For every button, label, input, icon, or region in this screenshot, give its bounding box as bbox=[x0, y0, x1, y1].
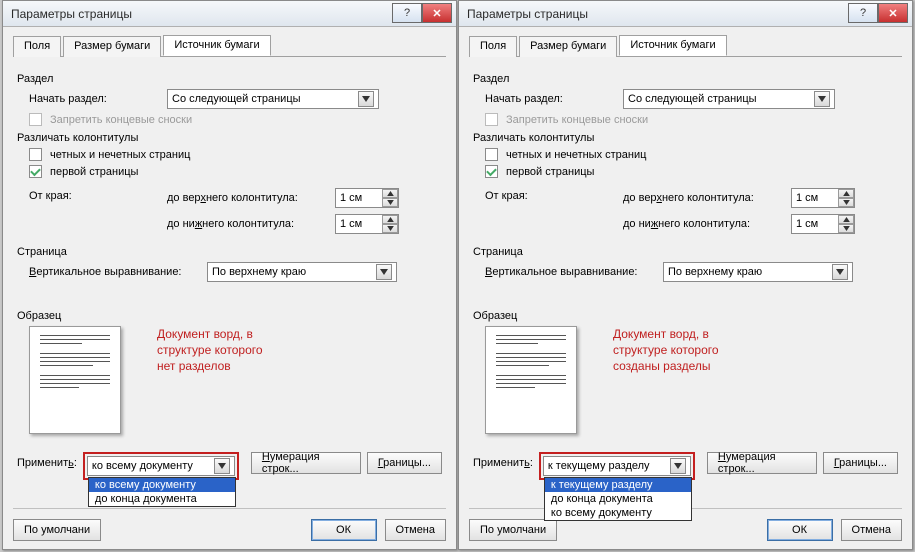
annotation-text: Документ ворд, в структуре которого созд… bbox=[601, 326, 719, 375]
apply-to-select[interactable]: ко всему документу ко всему документу до… bbox=[87, 456, 235, 476]
help-button[interactable]: ? bbox=[848, 3, 878, 23]
spin-up-icon[interactable] bbox=[838, 189, 854, 198]
apply-to-highlight: к текущему разделу к текущему разделу до… bbox=[539, 452, 695, 480]
ok-button[interactable]: ОК bbox=[767, 519, 833, 541]
apply-option[interactable]: до конца документа bbox=[89, 492, 235, 506]
ok-button[interactable]: ОК bbox=[311, 519, 377, 541]
spin-up-icon[interactable] bbox=[838, 215, 854, 224]
chevron-down-icon[interactable] bbox=[376, 264, 392, 280]
header-distance-input[interactable]: 1 см bbox=[791, 188, 855, 208]
first-page-checkbox[interactable] bbox=[29, 165, 42, 178]
first-page-checkbox[interactable] bbox=[485, 165, 498, 178]
odd-even-checkbox[interactable] bbox=[29, 148, 42, 161]
page-header: Страница bbox=[17, 246, 442, 258]
apply-to-label: Применить: bbox=[473, 452, 533, 469]
from-edge-label: От края: bbox=[485, 188, 615, 202]
odd-even-label: четных и нечетных страниц bbox=[50, 149, 190, 161]
suppress-endnotes-label: Запретить концевые сноски bbox=[506, 114, 648, 126]
suppress-endnotes-checkbox bbox=[485, 113, 498, 126]
section-header: Раздел bbox=[17, 73, 442, 85]
spin-up-icon[interactable] bbox=[382, 215, 398, 224]
page-setup-dialog-right: Параметры страницы ? ✕ Поля Размер бумаг… bbox=[458, 0, 913, 550]
section-header: Раздел bbox=[473, 73, 898, 85]
page-setup-dialog-left: Параметры страницы ? ✕ Поля Размер бумаг… bbox=[2, 0, 457, 550]
preview-header: Образец bbox=[473, 310, 898, 322]
spin-down-icon[interactable] bbox=[838, 198, 854, 207]
apply-to-label: Применить: bbox=[17, 452, 77, 469]
footer-distance-input[interactable]: 1 см bbox=[791, 214, 855, 234]
headers-header: Различать колонтитулы bbox=[17, 132, 442, 144]
start-section-select[interactable]: Со следующей страницы bbox=[623, 89, 835, 109]
headers-header: Различать колонтитулы bbox=[473, 132, 898, 144]
spin-up-icon[interactable] bbox=[382, 189, 398, 198]
tabs: Поля Размер бумаги Источник бумаги bbox=[469, 35, 902, 57]
odd-even-label: четных и нечетных страниц bbox=[506, 149, 646, 161]
apply-option[interactable]: ко всему документу bbox=[545, 506, 691, 520]
cancel-button[interactable]: Отмена bbox=[841, 519, 902, 541]
help-button[interactable]: ? bbox=[392, 3, 422, 23]
to-header-label: до верхнего колонтитула: bbox=[623, 192, 783, 204]
apply-option[interactable]: ко всему документу bbox=[89, 478, 235, 492]
close-button[interactable]: ✕ bbox=[422, 3, 452, 23]
apply-to-select[interactable]: к текущему разделу к текущему разделу до… bbox=[543, 456, 691, 476]
chevron-down-icon[interactable] bbox=[214, 458, 230, 474]
annotation-text: Документ ворд, в структуре которого нет … bbox=[145, 326, 263, 375]
footer-distance-input[interactable]: 1 см bbox=[335, 214, 399, 234]
apply-to-dropdown[interactable]: ко всему документу до конца документа bbox=[88, 477, 236, 507]
tab-paper-size[interactable]: Размер бумаги bbox=[519, 36, 617, 57]
borders-button[interactable]: Границы... bbox=[367, 452, 442, 474]
tab-paper-source[interactable]: Источник бумаги bbox=[163, 35, 270, 56]
window-title: Параметры страницы bbox=[467, 7, 588, 21]
tab-fields[interactable]: Поля bbox=[13, 36, 61, 57]
tabs: Поля Размер бумаги Источник бумаги bbox=[13, 35, 446, 57]
titlebar[interactable]: Параметры страницы ? ✕ bbox=[459, 1, 912, 27]
page-header: Страница bbox=[473, 246, 898, 258]
valign-label: Вертикальное выравнивание: bbox=[29, 266, 199, 278]
borders-button[interactable]: Границы... bbox=[823, 452, 898, 474]
chevron-down-icon[interactable] bbox=[670, 458, 686, 474]
chevron-down-icon[interactable] bbox=[358, 91, 374, 107]
start-section-label: Начать раздел: bbox=[485, 93, 615, 105]
apply-to-highlight: ко всему документу ко всему документу до… bbox=[83, 452, 239, 480]
first-page-label: первой страницы bbox=[506, 166, 594, 178]
valign-select[interactable]: По верхнему краю bbox=[207, 262, 397, 282]
valign-select[interactable]: По верхнему краю bbox=[663, 262, 853, 282]
tab-paper-source[interactable]: Источник бумаги bbox=[619, 35, 726, 56]
to-footer-label: до нижнего колонтитула: bbox=[623, 218, 783, 230]
defaults-button[interactable]: По умолчани bbox=[13, 519, 101, 541]
close-button[interactable]: ✕ bbox=[878, 3, 908, 23]
spin-down-icon[interactable] bbox=[382, 198, 398, 207]
start-section-label: Начать раздел: bbox=[29, 93, 159, 105]
spin-down-icon[interactable] bbox=[382, 224, 398, 233]
line-numbers-button[interactable]: Нумерация строк... bbox=[707, 452, 817, 474]
suppress-endnotes-label: Запретить концевые сноски bbox=[50, 114, 192, 126]
chevron-down-icon[interactable] bbox=[814, 91, 830, 107]
to-header-label: до верхнего колонтитула: bbox=[167, 192, 327, 204]
start-section-select[interactable]: Со следующей страницы bbox=[167, 89, 379, 109]
first-page-label: первой страницы bbox=[50, 166, 138, 178]
page-preview bbox=[29, 326, 121, 434]
valign-label: Вертикальное выравнивание: bbox=[485, 266, 655, 278]
tab-fields[interactable]: Поля bbox=[469, 36, 517, 57]
to-footer-label: до нижнего колонтитула: bbox=[167, 218, 327, 230]
odd-even-checkbox[interactable] bbox=[485, 148, 498, 161]
apply-option[interactable]: к текущему разделу bbox=[545, 478, 691, 492]
titlebar[interactable]: Параметры страницы ? ✕ bbox=[3, 1, 456, 27]
suppress-endnotes-checkbox bbox=[29, 113, 42, 126]
page-preview bbox=[485, 326, 577, 434]
preview-header: Образец bbox=[17, 310, 442, 322]
header-distance-input[interactable]: 1 см bbox=[335, 188, 399, 208]
apply-option[interactable]: до конца документа bbox=[545, 492, 691, 506]
apply-to-dropdown[interactable]: к текущему разделу до конца документа ко… bbox=[544, 477, 692, 521]
chevron-down-icon[interactable] bbox=[832, 264, 848, 280]
line-numbers-button[interactable]: Нумерация строк... bbox=[251, 452, 361, 474]
cancel-button[interactable]: Отмена bbox=[385, 519, 446, 541]
window-title: Параметры страницы bbox=[11, 7, 132, 21]
spin-down-icon[interactable] bbox=[838, 224, 854, 233]
defaults-button[interactable]: По умолчани bbox=[469, 519, 557, 541]
tab-paper-size[interactable]: Размер бумаги bbox=[63, 36, 161, 57]
from-edge-label: От края: bbox=[29, 188, 159, 202]
